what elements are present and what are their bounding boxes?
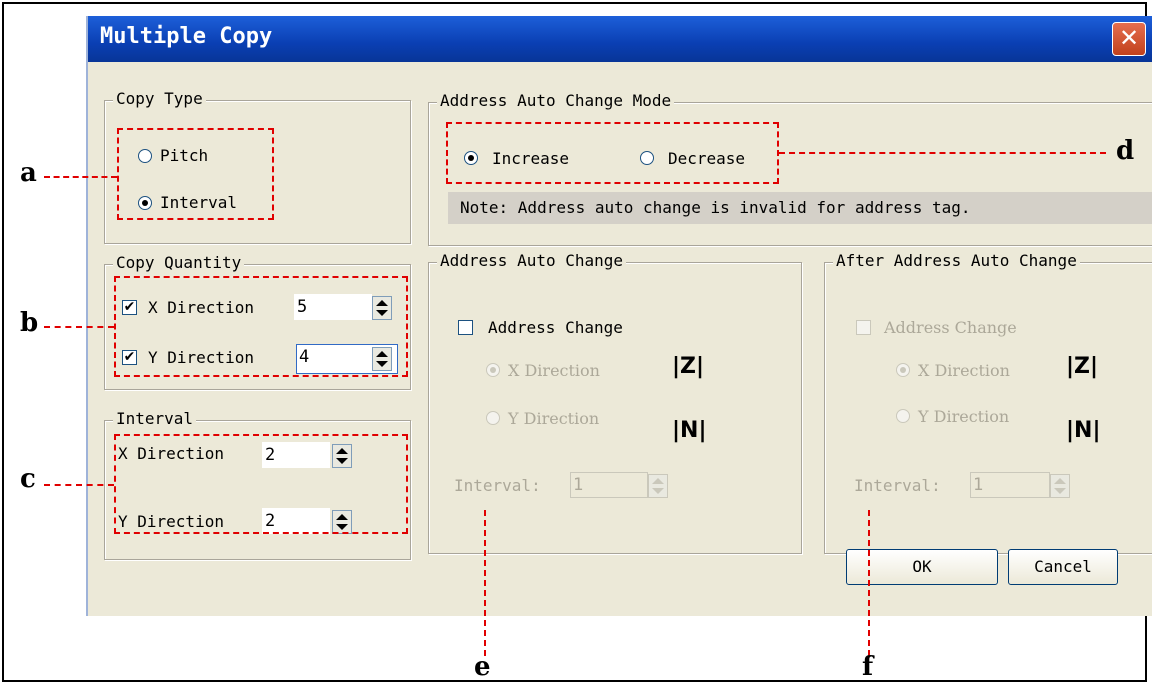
callout-d-leader <box>779 152 1106 154</box>
after-x-direction-radio[interactable] <box>896 363 910 377</box>
callout-e: e <box>474 652 491 682</box>
dialog-title: Multiple Copy <box>100 24 273 49</box>
callout-a-box <box>117 128 274 220</box>
callout-d: d <box>1116 136 1135 166</box>
auto-x-direction-radio[interactable] <box>486 363 500 377</box>
after-y-direction-radio[interactable] <box>896 409 910 423</box>
callout-b-leader <box>44 326 114 328</box>
auto-interval-label: Interval: <box>454 476 541 495</box>
z-order-icon: |Z| <box>672 354 705 379</box>
cancel-button[interactable]: Cancel <box>1008 549 1118 585</box>
copy-type-label: Copy Type <box>113 89 206 108</box>
address-auto-change-label: Address Auto Change <box>437 251 627 270</box>
n-order-icon: |N| <box>672 418 707 443</box>
address-change-label[interactable]: Address Change <box>488 318 623 337</box>
callout-e-leader <box>484 510 486 656</box>
after-x-direction-label: X Direction <box>918 361 1010 380</box>
title-bar[interactable]: Multiple Copy ✕ <box>88 16 1152 62</box>
auto-interval-spinner[interactable] <box>648 474 668 498</box>
callout-c-leader <box>44 484 114 486</box>
auto-y-direction-radio[interactable] <box>486 411 500 425</box>
copy-quantity-label: Copy Quantity <box>113 253 245 272</box>
callout-f-leader <box>868 510 870 656</box>
callout-a-leader <box>44 176 117 178</box>
after-address-change-text[interactable]: Address Change <box>884 318 1017 337</box>
callout-d-box <box>446 122 779 184</box>
after-y-direction-label: Y Direction <box>918 407 1010 426</box>
address-mode-label: Address Auto Change Mode <box>437 91 675 110</box>
callout-f: f <box>862 652 874 682</box>
callout-c: c <box>20 464 36 494</box>
n-order-icon: |N| <box>1066 418 1101 443</box>
close-icon: ✕ <box>1118 24 1140 52</box>
auto-y-direction-label: Y Direction <box>508 409 600 428</box>
close-button[interactable]: ✕ <box>1112 22 1146 56</box>
after-interval-input[interactable]: 1 <box>970 472 1050 498</box>
interval-group-label: Interval <box>113 409 197 428</box>
callout-b: b <box>20 308 39 338</box>
callout-a: a <box>20 158 37 188</box>
after-address-change-checkbox[interactable] <box>856 320 871 335</box>
z-order-icon: |Z| <box>1066 354 1099 379</box>
callout-b-box <box>114 276 408 377</box>
auto-x-direction-label: X Direction <box>508 361 600 380</box>
address-tag-note: Note: Address auto change is invalid for… <box>448 192 1152 224</box>
address-change-checkbox[interactable] <box>458 320 473 335</box>
auto-interval-input[interactable]: 1 <box>570 472 648 498</box>
callout-c-box <box>114 434 408 534</box>
after-interval-spinner[interactable] <box>1050 474 1070 498</box>
after-address-change-label: After Address Auto Change <box>833 251 1080 270</box>
after-interval-label: Interval: <box>854 476 941 495</box>
